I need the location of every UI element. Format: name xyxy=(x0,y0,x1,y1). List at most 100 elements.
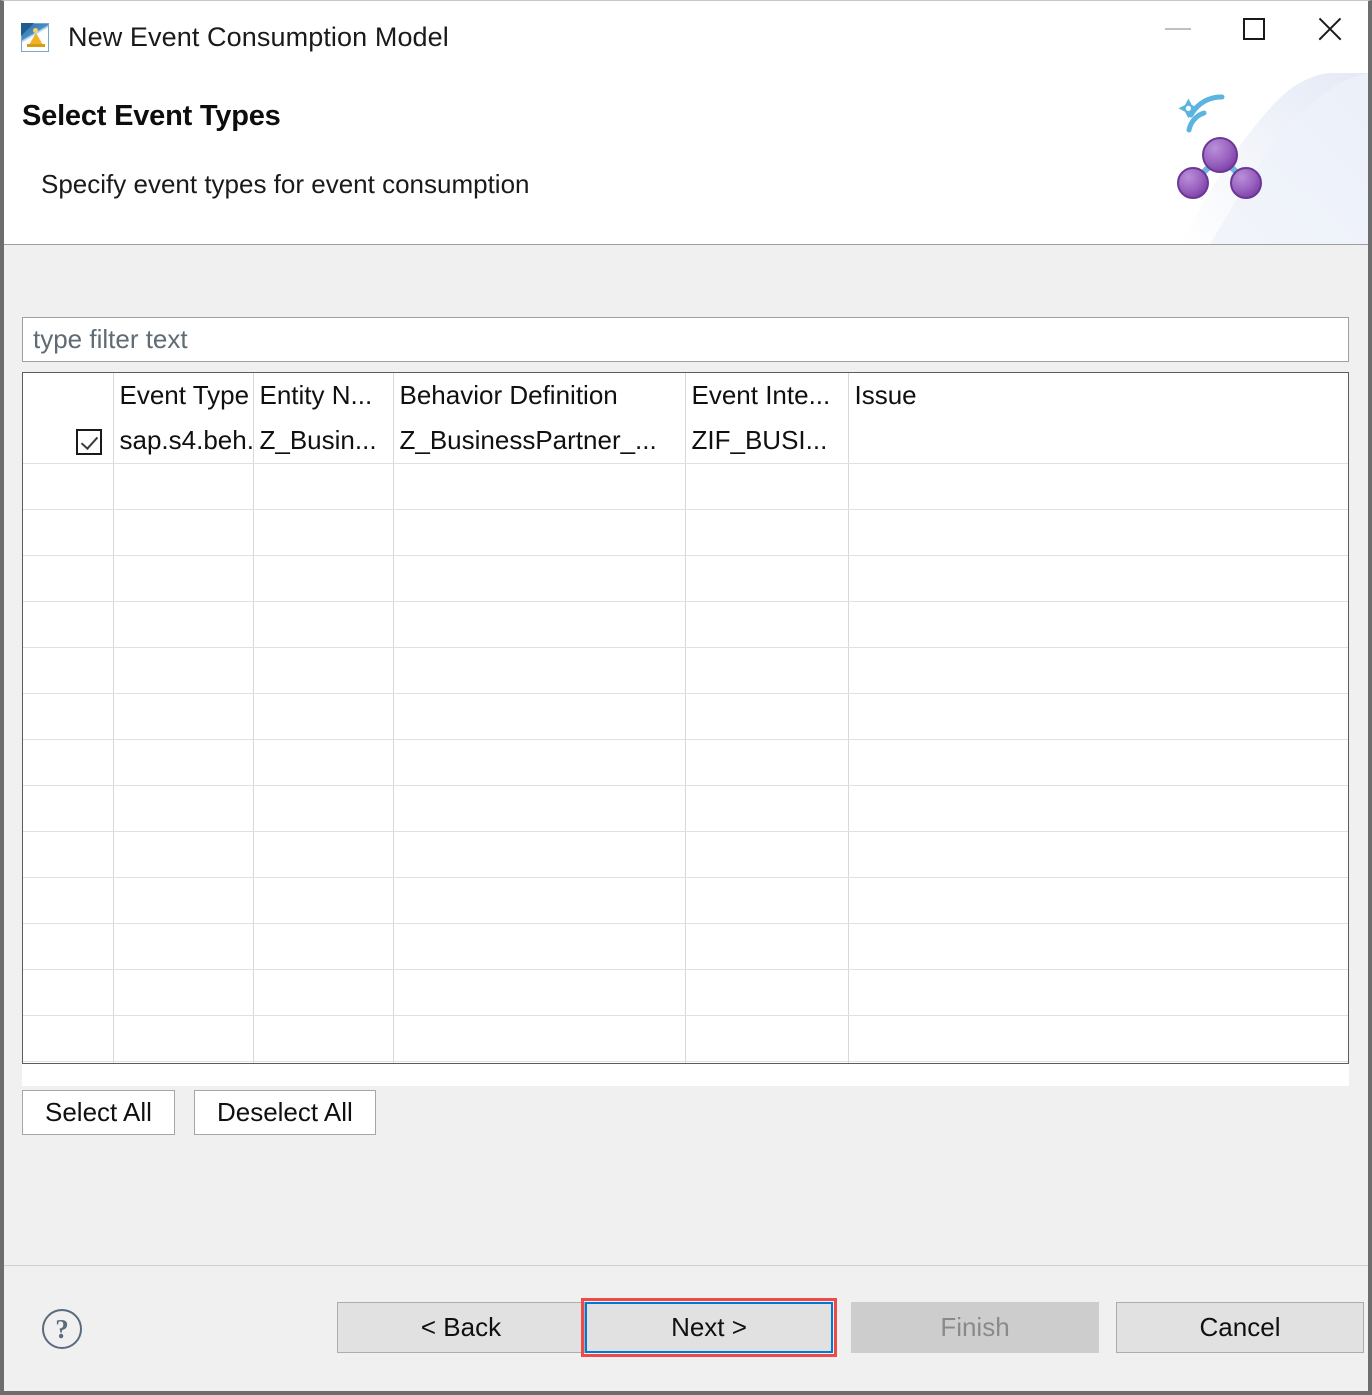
table-empty-cell xyxy=(113,601,254,648)
table-empty-cell xyxy=(253,647,394,694)
table-empty-cell xyxy=(393,969,686,1016)
table-empty-row xyxy=(23,969,1348,1016)
column-header-event-interface[interactable]: Event Inte... xyxy=(685,373,849,418)
table-empty-cell xyxy=(23,785,114,832)
table-empty-cell xyxy=(23,969,114,1016)
table-empty-cell xyxy=(23,601,114,648)
table-empty-cell xyxy=(253,1015,394,1062)
dialog-window: New Event Consumption Model Select Event… xyxy=(0,0,1372,1395)
table-empty-cell xyxy=(685,1015,849,1062)
table-empty-cell xyxy=(23,831,114,878)
cell-entity-name: Z_Busin... xyxy=(253,418,394,464)
table-empty-cell xyxy=(253,969,394,1016)
table-empty-cell xyxy=(685,601,849,648)
table-empty-cell xyxy=(253,463,394,510)
table-empty-cell xyxy=(685,509,849,556)
table-empty-cell xyxy=(848,647,1348,694)
navigation-button-group: < Back Next > Finish Cancel xyxy=(337,1298,1364,1357)
table-empty-cell xyxy=(253,509,394,556)
table-empty-cell xyxy=(23,923,114,970)
table-empty-cell xyxy=(685,463,849,510)
table-empty-cell xyxy=(23,647,114,694)
table-empty-cell xyxy=(393,463,686,510)
table-empty-cell xyxy=(393,831,686,878)
table-empty-cell xyxy=(685,693,849,740)
page-title: Select Event Types xyxy=(22,100,281,132)
help-icon[interactable]: ? xyxy=(42,1309,82,1349)
maximize-button[interactable] xyxy=(1216,1,1292,57)
table-empty-cell xyxy=(393,509,686,556)
table-empty-row xyxy=(23,831,1348,878)
table-empty-cell xyxy=(685,647,849,694)
table-empty-cell xyxy=(253,739,394,786)
cell-event-interface: ZIF_BUSI... xyxy=(685,418,849,464)
next-button[interactable]: Next > xyxy=(585,1302,833,1353)
table-scroll-strip[interactable] xyxy=(22,1064,1349,1086)
table-header-row: Event Type Entity N... Behavior Definiti… xyxy=(23,373,1348,418)
table-empty-cell xyxy=(848,877,1348,924)
deselect-all-button[interactable]: Deselect All xyxy=(193,1090,376,1135)
table-empty-row xyxy=(23,463,1348,510)
table-empty-cell xyxy=(848,693,1348,740)
minimize-button[interactable] xyxy=(1140,1,1216,57)
table-empty-row xyxy=(23,785,1348,832)
table-empty-cell xyxy=(23,693,114,740)
row-checkbox-cell[interactable] xyxy=(23,418,114,464)
table-empty-cell xyxy=(253,785,394,832)
table-empty-cell xyxy=(848,463,1348,510)
finish-button[interactable]: Finish xyxy=(851,1302,1099,1353)
table-empty-cell xyxy=(113,1015,254,1062)
cell-behavior-definition: Z_BusinessPartner_... xyxy=(393,418,686,464)
table-empty-cell xyxy=(23,739,114,786)
table-empty-cell xyxy=(253,555,394,602)
select-all-button[interactable]: Select All xyxy=(22,1090,175,1135)
column-header-behavior-definition[interactable]: Behavior Definition xyxy=(393,373,686,418)
back-button[interactable]: < Back xyxy=(337,1302,585,1353)
close-icon xyxy=(1315,14,1345,44)
window-title: New Event Consumption Model xyxy=(68,21,449,52)
table-empty-cell xyxy=(685,831,849,878)
table-empty-row xyxy=(23,923,1348,970)
table-empty-row xyxy=(23,509,1348,556)
table-empty-cell xyxy=(848,509,1348,556)
selection-button-group: Select All Deselect All xyxy=(22,1090,376,1135)
table-empty-cell xyxy=(113,463,254,510)
close-button[interactable] xyxy=(1292,1,1368,57)
table-empty-row xyxy=(23,739,1348,786)
filter-input[interactable] xyxy=(22,317,1349,362)
event-network-graphic xyxy=(1177,73,1368,244)
table-empty-cell xyxy=(685,555,849,602)
row-checkbox[interactable] xyxy=(75,429,102,456)
table-empty-cell xyxy=(113,509,254,556)
table-empty-cell xyxy=(23,555,114,602)
column-header-entity-name[interactable]: Entity N... xyxy=(253,373,394,418)
wizard-header: Select Event Types Specify event types f… xyxy=(4,73,1368,245)
table-empty-cell xyxy=(393,785,686,832)
table-empty-cell xyxy=(113,739,254,786)
table-empty-cell xyxy=(848,601,1348,648)
table-empty-cell xyxy=(113,555,254,602)
table-empty-rows xyxy=(23,463,1348,1063)
table-empty-cell xyxy=(113,785,254,832)
table-empty-row xyxy=(23,1015,1348,1062)
table-empty-cell xyxy=(113,969,254,1016)
table-empty-cell xyxy=(685,785,849,832)
event-types-table[interactable]: Event Type Entity N... Behavior Definiti… xyxy=(22,372,1349,1064)
wizard-icon xyxy=(20,21,52,53)
table-empty-cell xyxy=(253,877,394,924)
title-bar: New Event Consumption Model xyxy=(4,1,1368,73)
maximize-icon xyxy=(1243,18,1265,40)
table-row[interactable]: sap.s4.beh.bu... Z_Busin... Z_BusinessPa… xyxy=(23,418,1348,464)
table-empty-cell xyxy=(23,509,114,556)
table-empty-cell xyxy=(685,923,849,970)
column-header-event-type[interactable]: Event Type xyxy=(113,373,254,418)
table-empty-row xyxy=(23,647,1348,694)
column-header-checkbox[interactable] xyxy=(23,373,114,418)
column-header-issue[interactable]: Issue xyxy=(848,373,1348,418)
dialog-footer: ? < Back Next > Finish Cancel xyxy=(4,1265,1368,1391)
cancel-button[interactable]: Cancel xyxy=(1116,1302,1364,1353)
table-body: sap.s4.beh.bu... Z_Busin... Z_BusinessPa… xyxy=(23,418,1348,464)
table-empty-cell xyxy=(113,831,254,878)
table-empty-cell xyxy=(393,877,686,924)
table-empty-cell xyxy=(23,1015,114,1062)
